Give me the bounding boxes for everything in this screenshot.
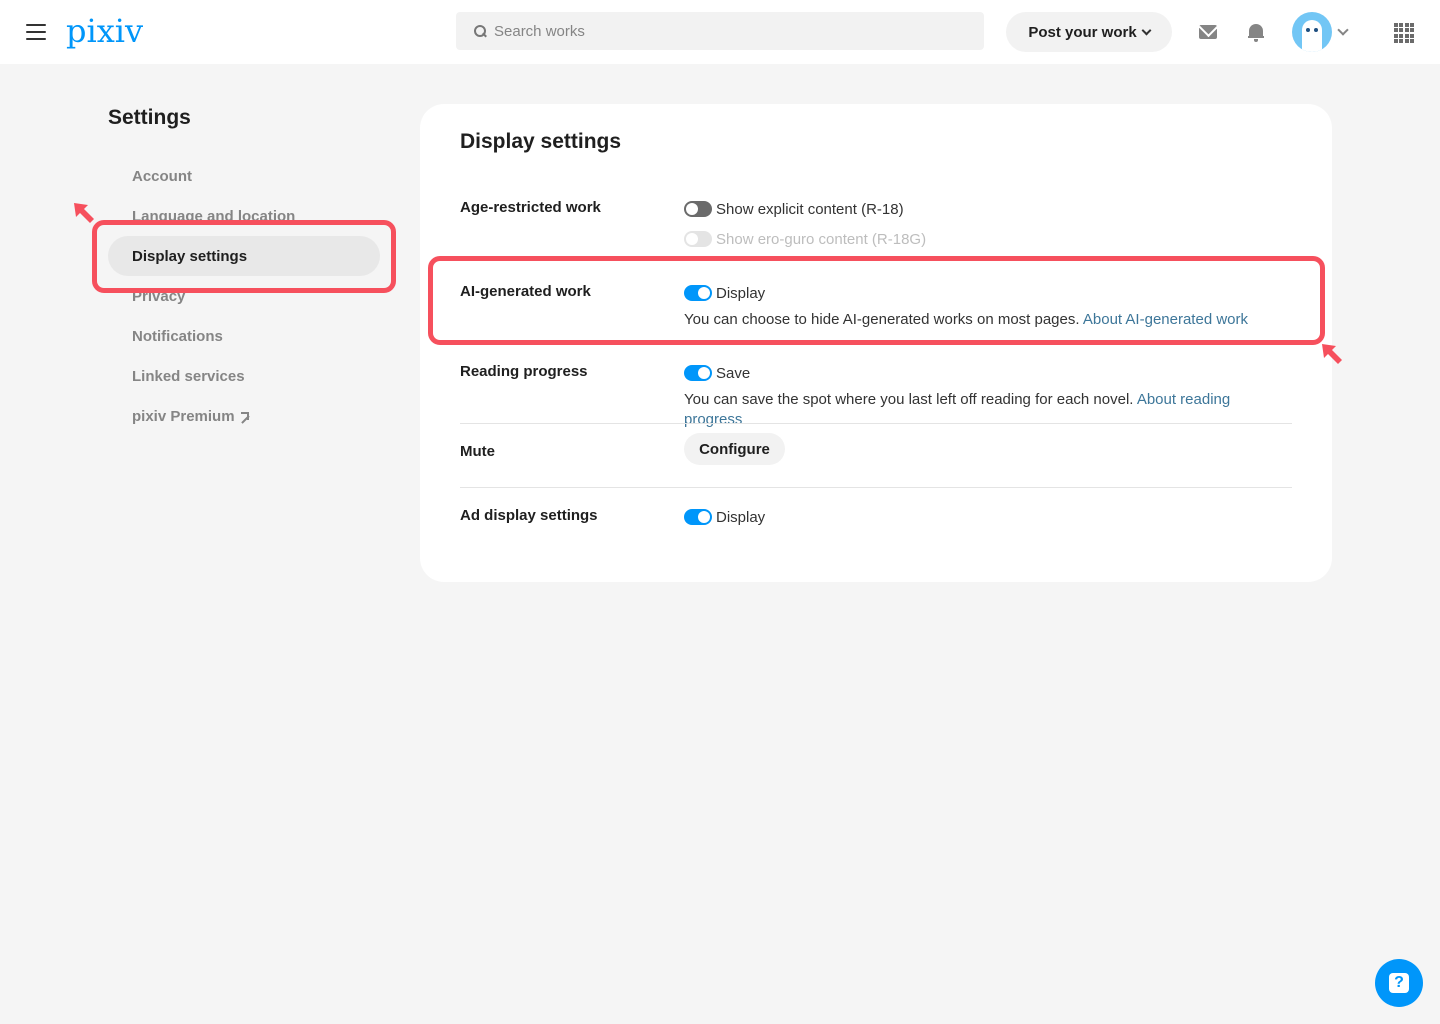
hamburger-menu-icon[interactable] xyxy=(26,24,46,40)
chevron-down-icon xyxy=(1141,25,1152,35)
sidebar-item-label: Linked services xyxy=(132,367,245,385)
option-label: Show explicit content (R-18) xyxy=(716,200,904,218)
mail-icon[interactable] xyxy=(1199,25,1217,39)
sidebar-item-label: Notifications xyxy=(132,327,223,345)
divider xyxy=(460,487,1292,488)
external-link-icon xyxy=(240,411,249,421)
option-explicit-content: Show explicit content (R-18) xyxy=(684,199,1292,219)
top-bar: pixiv Post your work xyxy=(0,0,1440,64)
highlight-box-display-settings xyxy=(92,220,396,293)
sidebar-item-account[interactable]: Account xyxy=(108,156,380,196)
sidebar-item-notifications[interactable]: Notifications xyxy=(108,316,380,356)
page-title: Display settings xyxy=(460,130,622,153)
toggle-ero-guro-content[interactable] xyxy=(684,231,712,247)
settings-title: Settings xyxy=(108,106,191,129)
search-bar[interactable] xyxy=(456,12,984,50)
search-input[interactable] xyxy=(494,22,974,40)
avatar[interactable] xyxy=(1292,12,1332,52)
apps-grid-icon[interactable] xyxy=(1394,23,1414,43)
option-label: Show ero-guro content (R-18G) xyxy=(716,230,927,248)
bell-icon[interactable] xyxy=(1248,22,1264,42)
row-label: Mute xyxy=(460,443,495,460)
highlight-box-ai-generated xyxy=(428,256,1325,345)
question-icon: ? xyxy=(1389,973,1409,993)
sidebar-item-label: Account xyxy=(132,167,192,185)
toggle-ad-display[interactable] xyxy=(684,509,712,525)
toggle-reading-save[interactable] xyxy=(684,365,712,381)
reading-description: You can save the spot where you last lef… xyxy=(684,391,1231,428)
chevron-down-icon[interactable] xyxy=(1337,24,1349,36)
post-your-work-label: Post your work xyxy=(1028,23,1137,41)
sidebar-item-linked-services[interactable]: Linked services xyxy=(108,356,380,396)
pointer-arrow-icon xyxy=(1322,344,1342,364)
option-label: Save xyxy=(716,364,751,382)
settings-nav: Account Language and location Display se… xyxy=(108,156,380,436)
option-label: Display xyxy=(716,508,766,526)
post-your-work-button[interactable]: Post your work xyxy=(1006,12,1172,52)
pixiv-logo[interactable]: pixiv xyxy=(66,12,143,50)
row-label: Ad display settings xyxy=(460,507,598,524)
divider xyxy=(460,423,1292,424)
search-icon xyxy=(474,25,486,37)
option-ero-guro-content: Show ero-guro content (R-18G) xyxy=(684,229,1292,249)
sidebar-item-label: pixiv Premium xyxy=(132,407,235,425)
help-button[interactable]: ? xyxy=(1375,959,1423,1007)
option-ad-display: Display xyxy=(684,507,1292,527)
sidebar-item-pixiv-premium[interactable]: pixiv Premium xyxy=(108,396,380,436)
toggle-explicit-content[interactable] xyxy=(684,201,712,217)
pointer-arrow-icon xyxy=(74,203,94,223)
row-label: Reading progress xyxy=(460,363,588,380)
option-reading-save: Save xyxy=(684,363,1292,383)
row-label: Age-restricted work xyxy=(460,199,601,216)
configure-button[interactable]: Configure xyxy=(684,433,785,465)
